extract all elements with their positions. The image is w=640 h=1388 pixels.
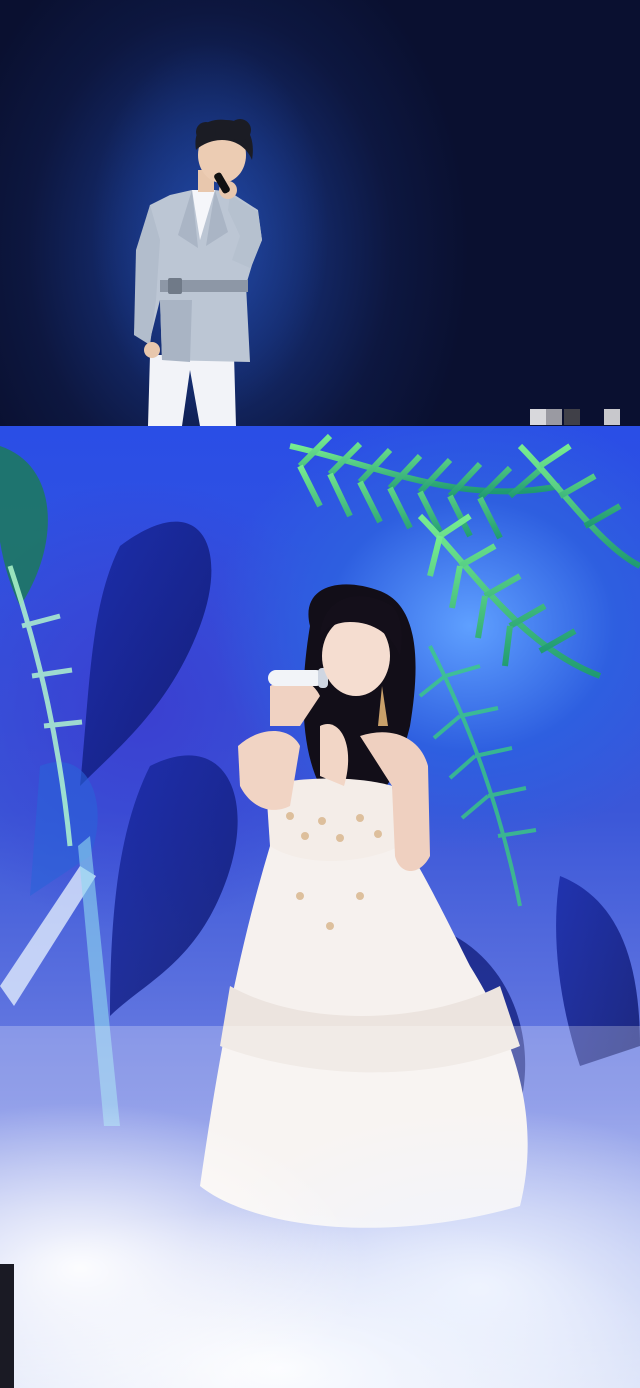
top-photo-singer-in-suit (0, 0, 640, 426)
photo-collage (0, 0, 640, 1388)
bottom-photo-singer-in-gown (0, 426, 640, 1388)
dark-edge (0, 1264, 14, 1388)
censor-mosaic (494, 409, 640, 426)
male-singer-illustration (134, 119, 262, 426)
stage-fog (0, 888, 640, 1388)
